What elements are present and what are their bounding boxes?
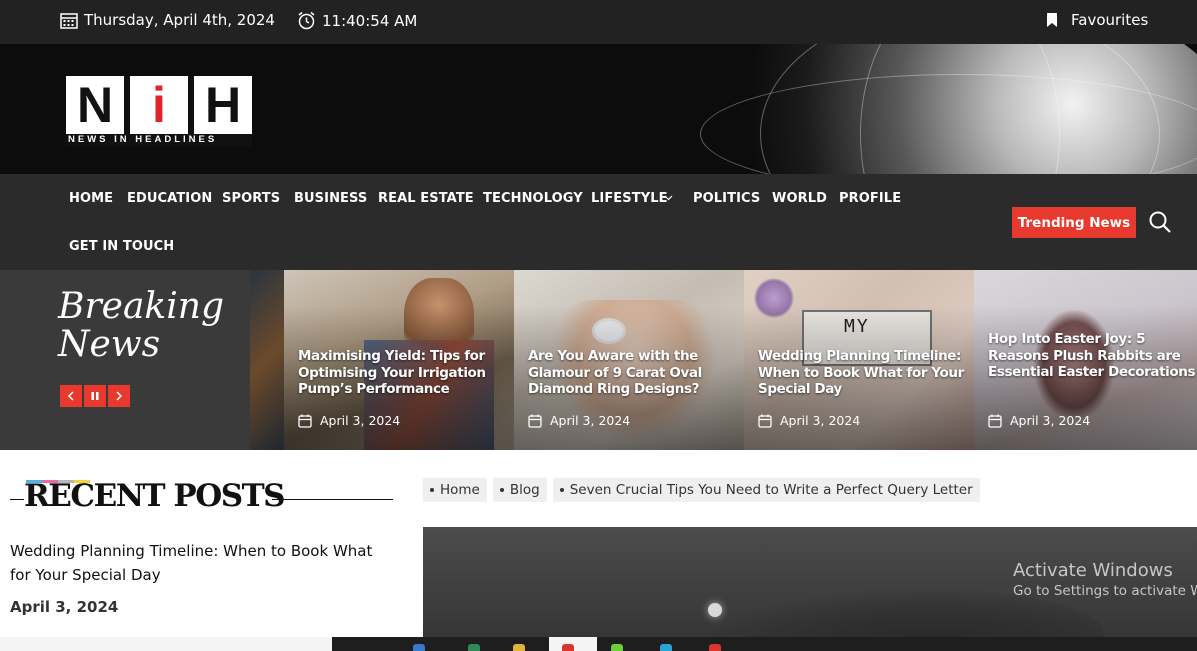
breadcrumb: Home Blog Seven Crucial Tips You Need to… <box>423 478 980 502</box>
breadcrumb-current: Seven Crucial Tips You Need to Write a P… <box>552 478 980 502</box>
trending-news-button[interactable]: Trending News <box>1012 207 1136 238</box>
current-date: Thursday, April 4th, 2024 <box>60 11 275 29</box>
current-time: 11:40:54 AM <box>297 11 417 30</box>
breaking-slide[interactable]: Hop Into Easter Joy: 5 Reasons Plush Rab… <box>974 270 1197 450</box>
taskbar-folder-icon[interactable] <box>513 644 525 651</box>
calendar-icon <box>60 12 78 29</box>
watermark-line2: Go to Settings to activate Windows. <box>1013 583 1197 599</box>
slide-partial-image[interactable] <box>250 270 284 450</box>
slide-date: April 3, 2024 <box>528 413 630 428</box>
nav-politics[interactable]: POLITICS <box>693 191 760 206</box>
breadcrumb-current-label: Seven Crucial Tips You Need to Write a P… <box>569 482 973 498</box>
nav-get-in-touch[interactable]: GET IN TOUCH <box>69 239 174 254</box>
breaking-slide[interactable]: MY Wedding Planning Timeline: When to Bo… <box>744 270 974 450</box>
slide-date-text: April 3, 2024 <box>550 413 631 428</box>
slide-title[interactable]: Wedding Planning Timeline: When to Book … <box>758 348 968 398</box>
taskbar-app-icon[interactable] <box>468 644 480 651</box>
slide-date-text: April 3, 2024 <box>780 413 861 428</box>
taskbar-app-icon[interactable] <box>562 644 574 651</box>
logo-letter-h: H <box>194 76 252 134</box>
nav-education[interactable]: EDUCATION <box>127 191 212 206</box>
time-text: 11:40:54 AM <box>322 11 418 30</box>
recent-post-date: April 3, 2024 <box>10 598 119 616</box>
globe-background-image <box>680 44 1197 174</box>
next-slide-button[interactable] <box>108 385 130 407</box>
slide-date: April 3, 2024 <box>758 413 860 428</box>
nav-lifestyle[interactable]: LIFESTYLE <box>591 191 668 206</box>
nav-real-estate[interactable]: REAL ESTATE <box>378 191 474 206</box>
top-bar: Thursday, April 4th, 2024 11:40:54 AM Fa… <box>0 0 1197 44</box>
site-logo[interactable]: N i H NEWS IN HEADLINES <box>66 76 252 146</box>
chevron-down-icon[interactable] <box>664 195 673 201</box>
breaking-title-line1: Breaking <box>58 286 224 327</box>
slide-title[interactable]: Are You Aware with the Glamour of 9 Cara… <box>528 348 738 398</box>
favourites-label: Favourites <box>1071 11 1149 29</box>
prev-slide-button[interactable] <box>60 385 82 407</box>
slide-date-text: April 3, 2024 <box>1010 413 1091 428</box>
search-icon[interactable] <box>1148 210 1172 234</box>
activate-windows-watermark: Activate Windows Go to Settings to activ… <box>1013 560 1197 599</box>
watermark-line1: Activate Windows <box>1013 560 1173 581</box>
slide-title[interactable]: Maximising Yield: Tips for Optimising Yo… <box>298 348 508 398</box>
taskbar-app-icon[interactable] <box>413 644 425 651</box>
calendar-icon <box>528 414 542 428</box>
recent-post-title[interactable]: Wedding Planning Timeline: When to Book … <box>10 539 395 587</box>
calendar-icon <box>298 414 312 428</box>
breadcrumb-home-label: Home <box>440 482 480 498</box>
nav-world[interactable]: WORLD <box>772 191 827 206</box>
calendar-icon <box>988 414 1002 428</box>
alarm-clock-icon <box>298 11 315 30</box>
favourites-link[interactable]: Favourites <box>1046 11 1148 29</box>
breaking-news-title: Breaking News <box>58 288 224 364</box>
pause-icon <box>91 392 99 400</box>
nav-sports[interactable]: SPORTS <box>222 191 280 206</box>
windows-taskbar <box>0 637 1197 651</box>
taskbar-app-icon[interactable] <box>709 644 721 651</box>
pause-slider-button[interactable] <box>84 385 106 407</box>
slide-date: April 3, 2024 <box>988 413 1090 428</box>
breadcrumb-blog[interactable]: Blog <box>492 478 547 502</box>
nav-home[interactable]: HOME <box>69 191 113 206</box>
breaking-slide[interactable]: Are You Aware with the Glamour of 9 Cara… <box>514 270 744 450</box>
slide-date-text: April 3, 2024 <box>320 413 401 428</box>
site-header: N i H NEWS IN HEADLINES <box>0 44 1197 174</box>
breaking-news-section: Breaking News Maximising Yield: Tips for… <box>0 270 1197 450</box>
chevron-right-icon <box>116 391 123 401</box>
taskbar-app-icon[interactable] <box>660 644 672 651</box>
breaking-slide[interactable]: Maximising Yield: Tips for Optimising Yo… <box>284 270 514 450</box>
date-text: Thursday, April 4th, 2024 <box>84 11 275 29</box>
bookmark-icon <box>1047 13 1057 27</box>
logo-letter-i: i <box>130 76 188 134</box>
breadcrumb-home[interactable]: Home <box>423 478 487 502</box>
calendar-icon <box>758 414 772 428</box>
taskbar-app-icon[interactable] <box>611 644 623 651</box>
nav-profile[interactable]: PROFILE <box>839 191 901 206</box>
nav-technology[interactable]: TECHNOLOGY <box>483 191 583 206</box>
nav-business[interactable]: BUSINESS <box>294 191 367 206</box>
slide-date: April 3, 2024 <box>298 413 400 428</box>
logo-tagline: NEWS IN HEADLINES <box>68 134 218 145</box>
logo-letter-n: N <box>66 76 124 134</box>
breadcrumb-blog-label: Blog <box>509 482 540 498</box>
slide-title[interactable]: Hop Into Easter Joy: 5 Reasons Plush Rab… <box>988 331 1197 381</box>
breaking-title-line2: News <box>58 324 161 365</box>
recent-posts-title: RECENT POSTS <box>24 478 286 514</box>
chevron-left-icon <box>67 391 74 401</box>
recent-posts-heading: RECENT POSTS <box>10 478 393 518</box>
